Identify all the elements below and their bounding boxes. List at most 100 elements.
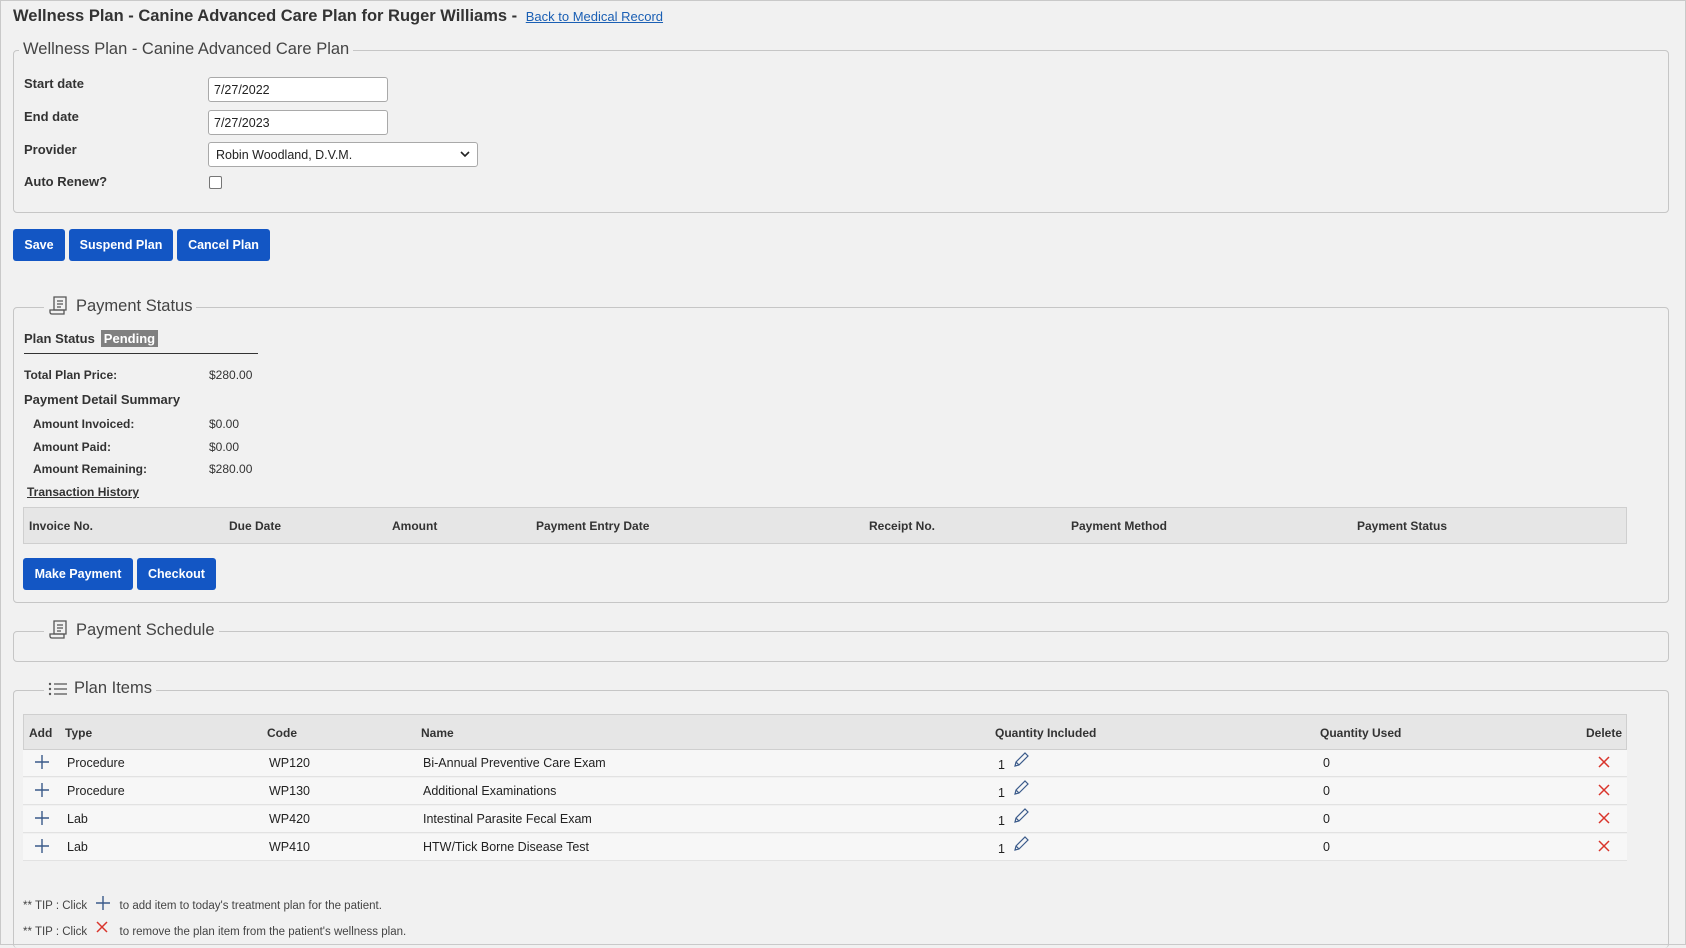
make-payment-button[interactable]: Make Payment (23, 558, 133, 590)
payment-schedule-fieldset: Payment Schedule (13, 619, 1669, 662)
end-date-input[interactable] (208, 110, 388, 135)
item-qty-used: 0 (1323, 840, 1330, 854)
plan-items-table-header: Add Type Code Name Quantity Included Qua… (23, 714, 1627, 750)
item-name: Bi-Annual Preventive Care Exam (423, 756, 606, 770)
column-header: Code (267, 726, 297, 740)
total-plan-price-label: Total Plan Price: (24, 368, 118, 382)
item-code: WP130 (269, 784, 310, 798)
column-header: Due Date (229, 519, 282, 533)
pencil-icon[interactable] (1012, 751, 1030, 769)
table-row: Lab WP420 Intestinal Parasite Fecal Exam… (23, 806, 1627, 833)
start-date-input[interactable] (208, 77, 388, 102)
column-header: Add (29, 726, 53, 740)
item-name: Intestinal Parasite Fecal Exam (423, 812, 592, 826)
total-plan-price-value: $280.00 (209, 368, 253, 382)
tip-remove: ** TIP : Click to remove the plan item f… (23, 921, 406, 938)
suspend-plan-button[interactable]: Suspend Plan (69, 229, 173, 261)
amount-remaining-value: $280.00 (209, 462, 253, 476)
provider-label: Provider (24, 142, 77, 157)
wellness-plan-page: Wellness Plan - Canine Advanced Care Pla… (0, 0, 1686, 948)
item-qty-included: 1 (998, 814, 1005, 828)
tip-prefix: ** TIP : Click (23, 926, 88, 938)
column-header: Type (65, 726, 93, 740)
table-row: Procedure WP130 Additional Examinations … (23, 778, 1627, 805)
provider-select[interactable]: Robin Woodland, D.V.M. (208, 142, 478, 167)
back-to-medical-record-link[interactable]: Back to Medical Record (526, 9, 663, 24)
item-qty-included: 1 (998, 786, 1005, 800)
page-title-text: Wellness Plan - Canine Advanced Care Pla… (13, 7, 518, 25)
column-header: Delete (1586, 726, 1623, 740)
item-type: Lab (67, 840, 88, 854)
transaction-history-link[interactable]: Transaction History (27, 485, 139, 499)
status-badge: Pending (100, 330, 159, 347)
plan-items-legend: Plan Items (44, 679, 156, 698)
amount-remaining-label: Amount Remaining: (33, 462, 147, 476)
amount-paid-label: Amount Paid: (33, 440, 111, 454)
tip-add: ** TIP : Click to add item to today's tr… (23, 896, 382, 912)
plan-items-legend-text: Plan Items (74, 679, 152, 697)
save-button[interactable]: Save (13, 229, 65, 261)
amount-paid-value: $0.00 (209, 440, 240, 454)
delete-icon[interactable] (1598, 756, 1610, 768)
table-row: Lab WP410 HTW/Tick Borne Disease Test 1 … (23, 834, 1627, 861)
add-icon[interactable] (35, 783, 49, 797)
item-type: Procedure (67, 756, 125, 770)
amount-invoiced-label: Amount Invoiced: (33, 417, 135, 431)
pencil-icon[interactable] (1012, 779, 1030, 797)
plan-details-legend: Wellness Plan - Canine Advanced Care Pla… (19, 40, 354, 59)
column-header: Quantity Included (995, 726, 1097, 740)
add-icon[interactable] (35, 839, 49, 853)
add-icon[interactable] (35, 755, 49, 769)
auto-renew-checkbox[interactable] (209, 176, 222, 189)
item-code: WP120 (269, 756, 310, 770)
auto-renew-label: Auto Renew? (24, 174, 108, 189)
tip-prefix: ** TIP : Click (23, 900, 88, 912)
checkout-button[interactable]: Checkout (137, 558, 216, 590)
plan-status-divider (24, 353, 258, 354)
delete-icon[interactable] (1598, 784, 1610, 796)
receipt-icon (49, 296, 67, 315)
item-qty-used: 0 (1323, 756, 1330, 770)
add-icon[interactable] (35, 811, 49, 825)
item-type: Procedure (67, 784, 125, 798)
item-qty-used: 0 (1323, 812, 1330, 826)
item-type: Lab (67, 812, 88, 826)
item-name: HTW/Tick Borne Disease Test (423, 840, 590, 854)
column-header: Payment Status (1357, 519, 1448, 533)
item-code: WP420 (269, 812, 310, 826)
item-qty-included: 1 (998, 758, 1005, 772)
column-header: Invoice No. (29, 519, 94, 533)
column-header: Name (421, 726, 454, 740)
table-row: Procedure WP120 Bi-Annual Preventive Car… (23, 750, 1627, 777)
payment-status-legend-text: Payment Status (76, 296, 193, 315)
chevron-down-icon (460, 151, 470, 158)
payment-detail-summary-heading: Payment Detail Summary (24, 392, 181, 407)
column-header: Payment Entry Date (536, 519, 650, 533)
column-header: Payment Method (1071, 519, 1168, 533)
item-name: Additional Examinations (423, 784, 557, 798)
receipt-icon (49, 620, 67, 639)
cancel-plan-button[interactable]: Cancel Plan (177, 229, 270, 261)
pencil-icon[interactable] (1012, 807, 1030, 825)
plan-details-fieldset: Wellness Plan - Canine Advanced Care Pla… (13, 40, 1669, 213)
payment-status-fieldset: Payment Status Plan Status Pending Total … (13, 295, 1669, 603)
delete-icon (96, 921, 108, 933)
delete-icon[interactable] (1598, 812, 1610, 824)
column-header: Quantity Used (1320, 726, 1402, 740)
column-header: Receipt No. (869, 519, 936, 533)
page-title: Wellness Plan - Canine Advanced Care Pla… (13, 7, 663, 26)
item-qty-used: 0 (1323, 784, 1330, 798)
start-date-label: Start date (24, 76, 84, 91)
item-code: WP410 (269, 840, 310, 854)
column-header: Amount (392, 519, 438, 533)
payment-status-legend: Payment Status (44, 295, 197, 317)
end-date-label: End date (24, 109, 79, 124)
delete-icon[interactable] (1598, 840, 1610, 852)
list-icon (48, 682, 67, 695)
item-qty-included: 1 (998, 842, 1005, 856)
pencil-icon[interactable] (1012, 835, 1030, 853)
add-icon (96, 896, 111, 910)
payment-schedule-legend[interactable]: Payment Schedule (44, 619, 219, 641)
plan-status-label: Plan Status Pending (24, 330, 159, 347)
amount-invoiced-value: $0.00 (209, 417, 240, 431)
